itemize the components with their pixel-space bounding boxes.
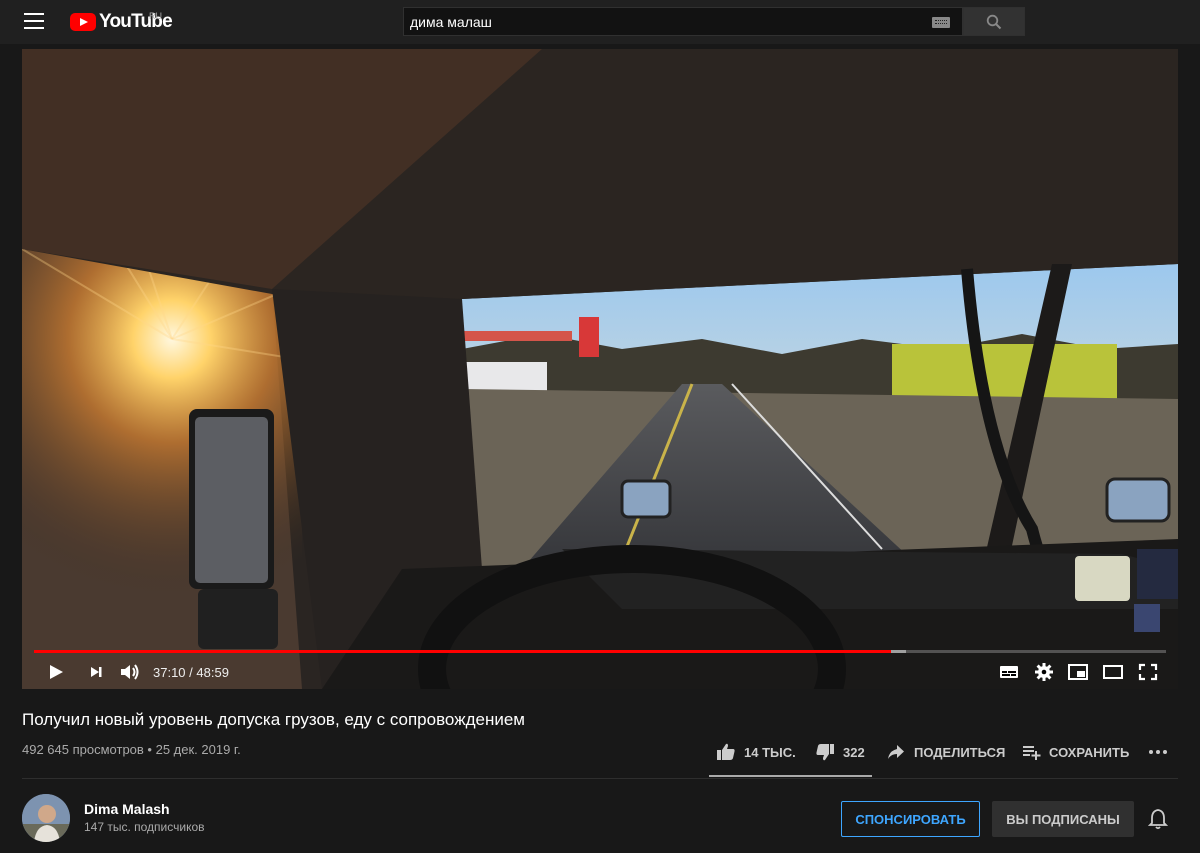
bell-icon — [1147, 809, 1169, 830]
share-label: ПОДЕЛИТЬСЯ — [914, 744, 1006, 760]
gear-icon — [1035, 663, 1053, 681]
play-icon — [50, 665, 63, 679]
miniplayer-button[interactable] — [1066, 661, 1090, 683]
share-icon — [888, 745, 904, 759]
search-box — [403, 7, 963, 36]
time-separator: / — [185, 665, 197, 680]
subscribed-button[interactable]: ВЫ ПОДПИСАНЫ — [992, 801, 1134, 837]
logo-country-code: RU — [149, 11, 162, 21]
volume-button[interactable] — [118, 661, 142, 683]
top-bar: YouTube RU — [0, 0, 1200, 44]
video-player[interactable]: 37:10 / 48:59 — [22, 49, 1178, 689]
skip-next-icon — [91, 667, 102, 677]
share-button[interactable]: ПОДЕЛИТЬСЯ — [886, 737, 1005, 767]
upload-date: 25 дек. 2019 г. — [155, 742, 241, 757]
video-title: Получил новый уровень допуска грузов, ед… — [22, 710, 525, 729]
keyboard-icon[interactable] — [932, 17, 950, 28]
sponsor-button[interactable]: СПОНСИРОВАТЬ — [841, 801, 980, 837]
fullscreen-icon — [1138, 663, 1158, 681]
settings-button[interactable] — [1032, 661, 1056, 683]
current-time: 37:10 — [153, 665, 186, 680]
next-button[interactable] — [84, 661, 108, 683]
search-button[interactable] — [963, 7, 1025, 36]
theater-mode-icon — [1103, 665, 1123, 679]
thumbs-up-icon — [717, 743, 735, 760]
channel-avatar[interactable] — [22, 794, 70, 842]
miniplayer-icon — [1068, 664, 1088, 680]
youtube-logo[interactable]: YouTube RU — [70, 10, 173, 34]
subscriber-count: 147 тыс. подписчиков — [84, 820, 205, 834]
sentiment-bar — [709, 775, 872, 777]
save-button[interactable]: СОХРАНИТЬ — [1021, 737, 1129, 767]
subtitles-icon — [1000, 666, 1018, 678]
dislike-count: 322 — [843, 744, 865, 760]
time-display: 37:10 / 48:59 — [153, 665, 229, 680]
thumbs-down-icon — [816, 744, 834, 761]
subtitles-button[interactable] — [997, 661, 1021, 683]
video-frame — [22, 49, 1178, 689]
avatar-image — [22, 794, 70, 842]
playlist-add-icon — [1023, 746, 1041, 760]
more-horizontal-icon — [1149, 750, 1167, 754]
theater-mode-button[interactable] — [1101, 661, 1125, 683]
play-button[interactable] — [44, 661, 68, 683]
volume-icon — [121, 664, 139, 680]
progress-bar[interactable] — [34, 650, 1166, 653]
dislike-button[interactable]: 322 — [815, 737, 865, 767]
divider — [22, 778, 1178, 779]
search-input[interactable] — [410, 12, 910, 32]
menu-icon[interactable] — [24, 13, 44, 29]
video-meta: 492 645 просмотров • 25 дек. 2019 г. — [22, 742, 241, 757]
meta-separator: • — [143, 742, 156, 757]
player-controls: 37:10 / 48:59 — [22, 657, 1178, 687]
sentiment-like-fill — [709, 775, 869, 777]
search-icon — [986, 14, 1002, 30]
channel-name[interactable]: Dima Malash — [84, 801, 170, 817]
save-label: СОХРАНИТЬ — [1049, 744, 1130, 760]
more-actions-button[interactable] — [1148, 737, 1168, 767]
notification-bell-button[interactable] — [1147, 808, 1169, 835]
like-count: 14 ТЫС. — [744, 744, 796, 760]
progress-played — [34, 650, 891, 653]
view-count: 492 645 просмотров — [22, 742, 144, 757]
duration: 48:59 — [196, 665, 229, 680]
like-button[interactable]: 14 ТЫС. — [716, 737, 796, 767]
youtube-play-icon — [70, 13, 96, 31]
fullscreen-button[interactable] — [1136, 661, 1160, 683]
